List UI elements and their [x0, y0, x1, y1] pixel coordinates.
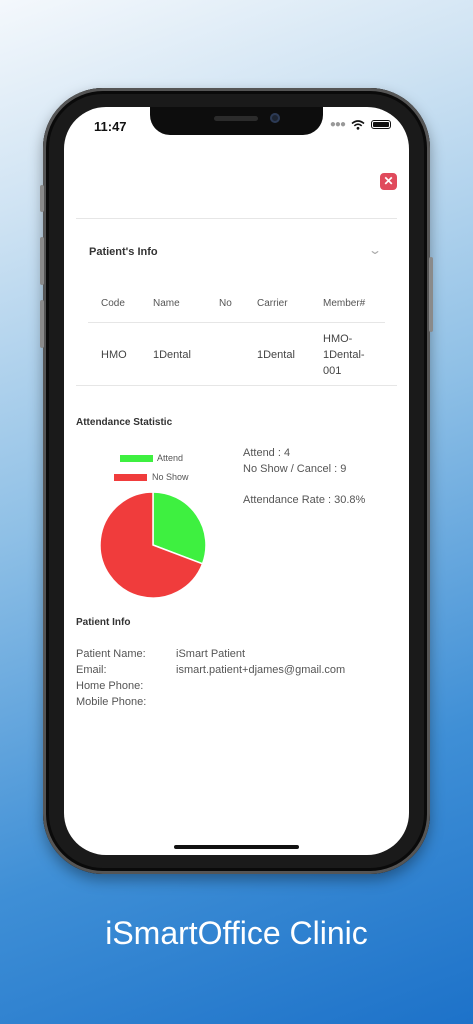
signal-icon: ●●●	[329, 119, 346, 130]
legend-swatch-attend	[120, 455, 153, 462]
email-value[interactable]: ismart.patient+djames@gmail.com	[176, 664, 345, 676]
legend-label-noshow: No Show	[152, 472, 189, 482]
column-header-member: Member#	[323, 298, 366, 309]
chevron-down-icon[interactable]: ⌄	[368, 243, 382, 257]
column-header-name: Name	[153, 298, 180, 309]
cell-member-line-2: 1Dental-	[323, 349, 365, 361]
cell-carrier: 1Dental	[257, 349, 295, 361]
patient-info-title: Patient Info	[76, 617, 131, 628]
column-header-code: Code	[101, 298, 125, 309]
home-phone-label: Home Phone:	[76, 680, 144, 692]
notch	[150, 107, 323, 135]
cell-member-line-1: HMO-	[323, 333, 353, 345]
column-header-carrier: Carrier	[257, 298, 288, 309]
cell-code: HMO	[101, 349, 127, 361]
cell-member-line-3: 001	[323, 365, 342, 377]
close-button[interactable]: ✕	[380, 173, 397, 190]
volume-up-button	[40, 237, 44, 285]
status-icons: ●●●	[330, 119, 391, 130]
legend-label-attend: Attend	[157, 453, 184, 463]
wifi-icon	[351, 119, 365, 130]
patients-info-header[interactable]: Patient's Info	[89, 246, 158, 258]
mobile-phone-label: Mobile Phone:	[76, 696, 147, 708]
divider	[76, 385, 397, 386]
side-button	[40, 185, 44, 212]
attendance-pie-chart	[99, 491, 207, 599]
app-caption: iSmartOffice Clinic	[105, 915, 368, 951]
patient-name-value: iSmart Patient	[176, 648, 246, 660]
speaker	[214, 116, 258, 121]
column-header-no: No	[219, 298, 232, 309]
home-indicator[interactable]	[174, 845, 299, 849]
attendance-rate: Attendance Rate : 30.8%	[243, 494, 366, 506]
status-time: 11:47	[94, 119, 127, 134]
camera	[270, 113, 280, 123]
table-divider	[88, 322, 385, 323]
power-button	[429, 257, 433, 332]
legend-swatch-noshow	[114, 474, 147, 481]
volume-down-button	[40, 300, 44, 348]
patient-name-label: Patient Name:	[76, 648, 146, 660]
email-label: Email:	[76, 664, 107, 676]
app-screen: 11:47 ●●● ✕ Patient's Info ⌄ Code Name N…	[64, 107, 409, 855]
noshow-count: No Show / Cancel : 9	[243, 463, 347, 475]
divider	[76, 218, 397, 219]
battery-icon	[371, 120, 391, 129]
attendance-title: Attendance Statistic	[76, 417, 173, 428]
attend-count: Attend : 4	[243, 447, 291, 459]
cell-name: 1Dental	[153, 349, 191, 361]
